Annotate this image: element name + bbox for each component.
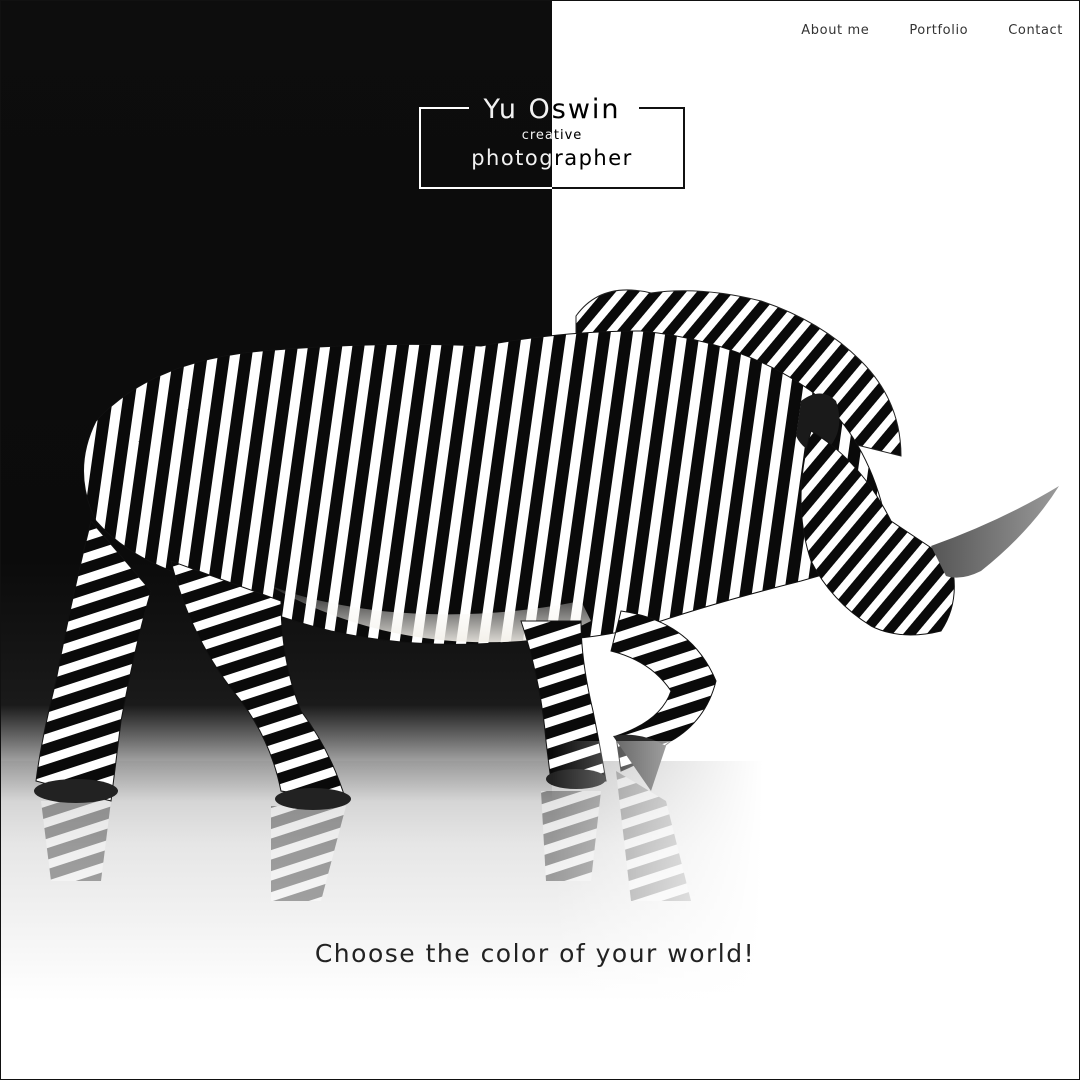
main-nav: About me Portfolio Contact [801,23,1063,38]
hero-tagline: Choose the color of your world! [314,939,756,968]
floor-fade [552,741,1079,1079]
nav-contact-link[interactable]: Contact [1008,23,1063,38]
nav-portfolio-link[interactable]: Portfolio [909,23,968,38]
logo-text: Yu Oswin creative photographer [419,93,685,189]
logo-subtitle: creative [521,128,583,143]
site-logo[interactable]: Yu Oswin creative photographer [419,93,685,189]
page: About me Portfolio Contact Yu Oswin crea… [0,0,1080,1080]
logo-name: Yu Oswin [483,94,621,125]
nav-about-me-link[interactable]: About me [801,23,869,38]
logo-role: photographer [471,146,633,170]
